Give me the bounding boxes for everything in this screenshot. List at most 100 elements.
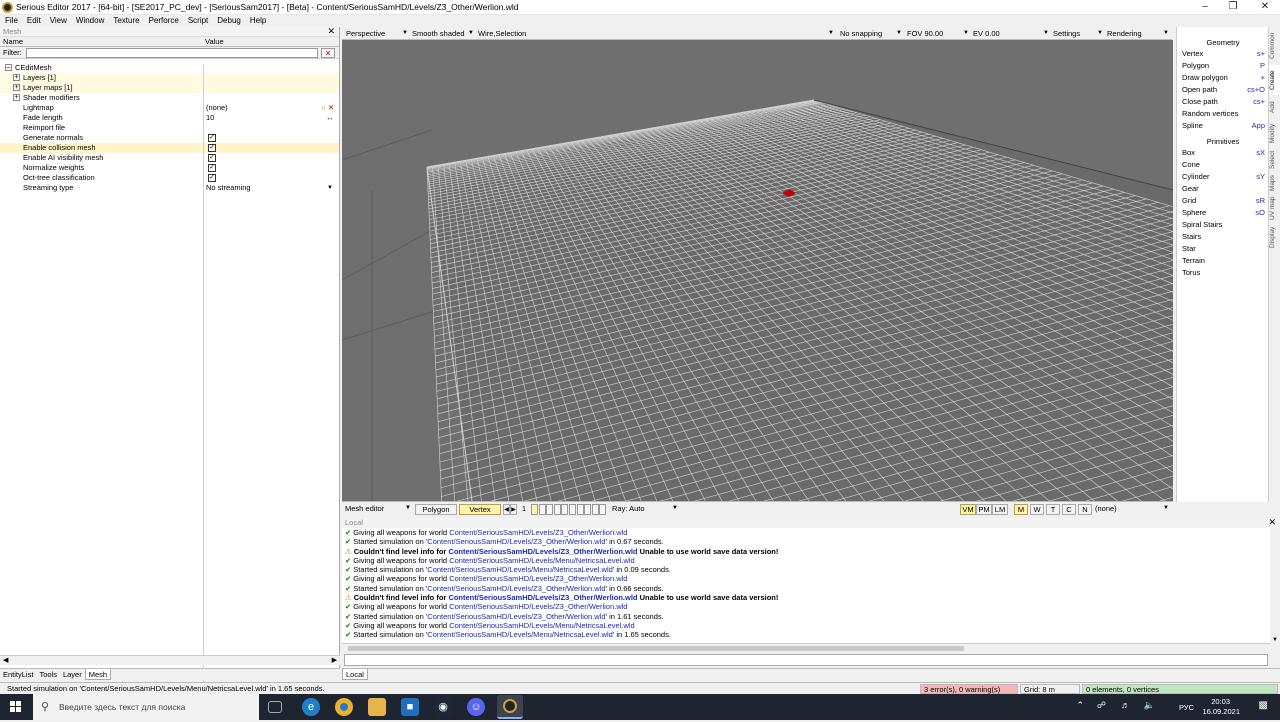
mode-dropdown[interactable]: Mesh editor ▼ xyxy=(343,503,413,514)
grid-plane[interactable] xyxy=(342,40,1173,501)
overlay-dropdown[interactable]: Wire,Selection ▼ xyxy=(476,28,836,39)
checkbox[interactable]: ✓ xyxy=(208,134,216,142)
store-icon[interactable]: ■ xyxy=(401,698,419,716)
tab-tools[interactable]: Tools xyxy=(36,669,60,680)
material-dropdown[interactable]: (none) ▼ xyxy=(1093,503,1171,514)
vtab-maps[interactable]: Maps xyxy=(1269,173,1280,193)
chevron-down-icon[interactable]: ▼ xyxy=(327,183,333,193)
tree-group-layer-maps[interactable]: + Layer maps [1] xyxy=(0,83,339,93)
primitive-star[interactable]: Star xyxy=(1182,244,1196,253)
prop-fade-length[interactable]: Fade length 10 ↔ xyxy=(0,113,339,123)
vtab-select[interactable]: Select xyxy=(1269,149,1280,171)
create-close-path[interactable]: Close path xyxy=(1182,97,1218,106)
ray-dropdown[interactable]: Ray: Auto ▼ xyxy=(610,503,680,514)
layer-slot[interactable] xyxy=(546,504,554,515)
toggle-pm[interactable]: PM xyxy=(976,504,992,515)
toggle-t[interactable]: T xyxy=(1046,504,1060,515)
layer-slot[interactable] xyxy=(561,504,569,515)
next-icon[interactable]: ▶ xyxy=(510,504,517,515)
layer-slot[interactable] xyxy=(531,504,538,515)
expand-icon[interactable]: + xyxy=(13,84,20,91)
create-spline[interactable]: Spline xyxy=(1182,121,1203,130)
notification-icon[interactable]: ▩ xyxy=(1259,700,1268,711)
clear-filter-button[interactable]: ✕ xyxy=(321,48,335,58)
primitive-sphere[interactable]: Sphere xyxy=(1182,208,1206,217)
minimize-button[interactable]: – xyxy=(1190,0,1220,15)
taskbar-search-input[interactable]: ⚲ Введите здесь текст для поиска xyxy=(33,694,259,720)
menu-window[interactable]: Window xyxy=(71,15,108,27)
filter-input[interactable] xyxy=(26,48,318,58)
tree-root[interactable]: – CEditMesh xyxy=(0,63,339,73)
log-link[interactable]: Content/SeriousSamHD/Levels/Z3_Other/Wer… xyxy=(427,612,605,621)
menu-texture[interactable]: Texture xyxy=(108,15,143,27)
checkbox[interactable]: ✓ xyxy=(208,164,216,172)
chrome-icon[interactable] xyxy=(335,698,353,716)
chevron-up-icon[interactable]: ⌃ xyxy=(1076,700,1084,711)
create-polygon[interactable]: Polygon xyxy=(1182,61,1209,70)
layer-slot[interactable] xyxy=(591,504,599,515)
close-panel-icon[interactable]: ✕ xyxy=(1268,517,1276,527)
column-value[interactable]: Value xyxy=(205,37,224,47)
pick-icon[interactable]: ○ xyxy=(321,103,326,113)
log-link[interactable]: Content/SeriousSamHD/Levels/Z3_Other/Wer… xyxy=(449,528,627,537)
3d-viewport[interactable] xyxy=(342,40,1173,501)
prop-octtree-classification[interactable]: Oct-tree classification ✓ xyxy=(0,173,339,183)
vtab-create[interactable]: Create xyxy=(1269,65,1280,95)
polygon-mode-button[interactable]: Polygon xyxy=(415,504,457,515)
discord-icon[interactable]: ☺ xyxy=(467,698,485,716)
file-explorer-icon[interactable] xyxy=(368,698,386,716)
projection-dropdown[interactable]: Perspective ▼ xyxy=(344,28,410,39)
toggle-c[interactable]: C xyxy=(1062,504,1076,515)
toggle-vm[interactable]: VM xyxy=(960,504,976,515)
menu-script[interactable]: Script xyxy=(183,15,212,27)
volume-icon[interactable]: ♬ xyxy=(1121,700,1130,710)
ev-dropdown[interactable]: EV 0.00 ▼ xyxy=(971,28,1051,39)
tab-mesh[interactable]: Mesh xyxy=(84,669,112,680)
settings-dropdown[interactable]: Settings ▼ xyxy=(1051,28,1105,39)
left-horizontal-scrollbar[interactable]: ◀ ▶ xyxy=(0,655,340,665)
menu-edit[interactable]: Edit xyxy=(22,15,45,27)
spin-icon[interactable]: ↔ xyxy=(326,113,334,123)
vertex-mode-button[interactable]: Vertex xyxy=(459,504,501,515)
prop-enable-ai-visibility-mesh[interactable]: Enable AI visibility mesh ✓ xyxy=(0,153,339,163)
shading-dropdown[interactable]: Smooth shaded ▼ xyxy=(410,28,476,39)
primitive-stairs[interactable]: Stairs xyxy=(1182,232,1201,241)
clear-icon[interactable]: ✕ xyxy=(328,103,334,113)
primitive-cylinder[interactable]: Cylinder xyxy=(1182,172,1210,181)
log-link[interactable]: Content/SeriousSamHD/Levels/Menu/Netrics… xyxy=(449,621,635,630)
vtab-common[interactable]: Common xyxy=(1269,29,1280,63)
windows-start-icon[interactable] xyxy=(0,694,32,720)
prop-enable-collision-mesh[interactable]: Enable collision mesh ✓ xyxy=(0,143,339,153)
log-output[interactable]: ✔ Giving all weapons for world Content/Se… xyxy=(342,528,1270,643)
log-link[interactable]: Content/SeriousSamHD/Levels/Z3_Other/Wer… xyxy=(449,574,627,583)
collapse-icon[interactable]: – xyxy=(5,64,12,71)
menu-perforce[interactable]: Perforce xyxy=(144,15,183,27)
prop-lightmap[interactable]: Lightmap (none) ○ ✕ xyxy=(0,103,339,113)
log-link[interactable]: Content/SeriousSamHD/Levels/Menu/Netrics… xyxy=(427,565,613,574)
log-horizontal-scrollbar[interactable] xyxy=(342,643,1270,653)
fov-dropdown[interactable]: FOV 90.00 ▼ xyxy=(905,28,971,39)
tab-layer[interactable]: Layer xyxy=(60,669,85,680)
vtab-display[interactable]: Display xyxy=(1269,223,1280,251)
tree-group-shader-modifiers[interactable]: + Shader modifiers xyxy=(0,93,339,103)
layer-slot[interactable] xyxy=(538,504,546,515)
layer-slot[interactable] xyxy=(584,504,592,515)
tab-local[interactable]: Local xyxy=(342,669,368,680)
console-input[interactable] xyxy=(344,654,1268,666)
layer-slot[interactable] xyxy=(599,504,607,515)
steam-icon[interactable]: ◉ xyxy=(434,698,452,716)
create-open-path[interactable]: Open path xyxy=(1182,85,1217,94)
checkbox[interactable]: ✓ xyxy=(208,144,216,152)
tab-entitylist[interactable]: EntityList xyxy=(0,669,36,680)
speaker-icon[interactable]: 🔈 xyxy=(1144,700,1155,711)
create-vertex[interactable]: Vertex xyxy=(1182,49,1203,58)
tree-group-layers[interactable]: + Layers [1] xyxy=(0,73,339,83)
toggle-w[interactable]: W xyxy=(1030,504,1044,515)
prop-normalize-weights[interactable]: Normalize weights ✓ xyxy=(0,163,339,173)
prop-reimport-file[interactable]: Reimport file xyxy=(0,123,339,133)
menu-file[interactable]: File xyxy=(0,15,22,27)
log-link[interactable]: Content/SeriousSamHD/Levels/Z3_Other/Wer… xyxy=(427,537,605,546)
error-count[interactable]: 3 error(s), 0 warning(s) xyxy=(920,684,1018,694)
primitive-box[interactable]: Box xyxy=(1182,148,1195,157)
primitive-terrain[interactable]: Terrain xyxy=(1182,256,1205,265)
